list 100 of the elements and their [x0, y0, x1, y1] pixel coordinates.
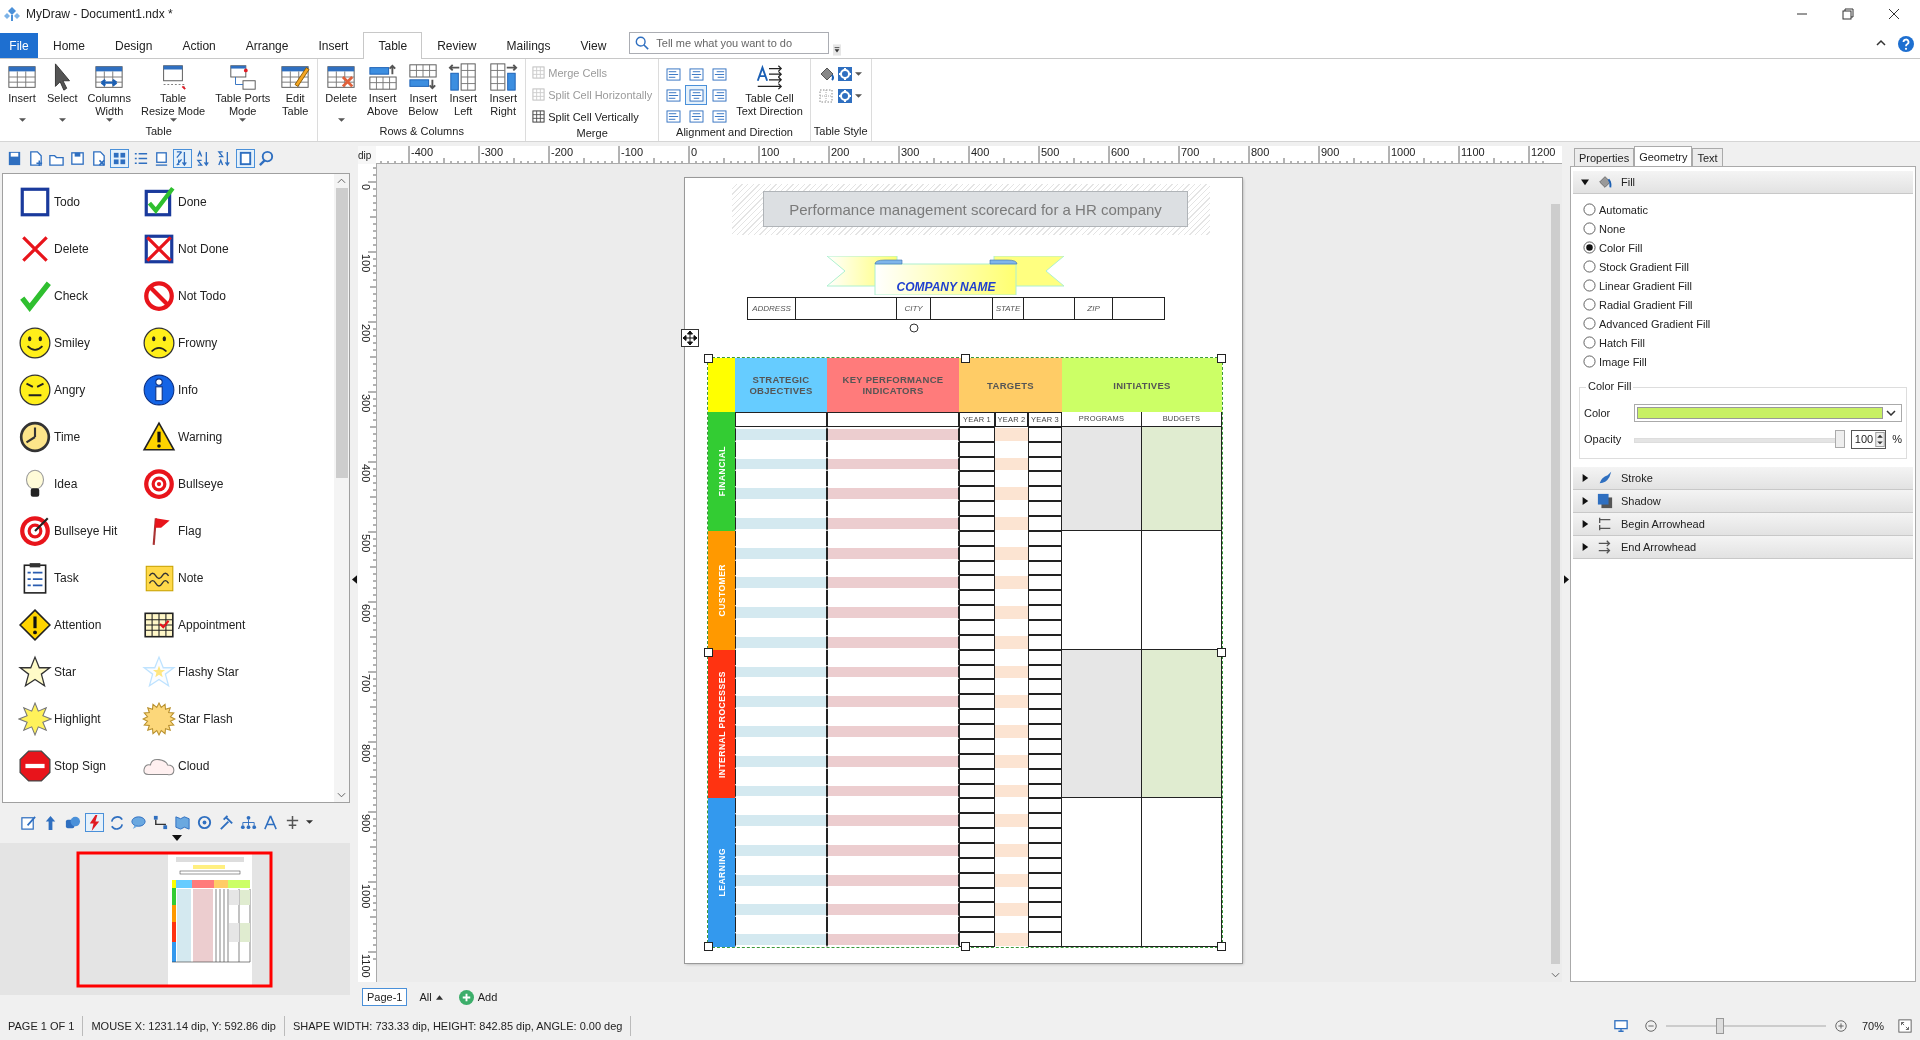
ribbon-tab[interactable]: View [565, 33, 622, 58]
shape-item[interactable]: Highlight [18, 695, 142, 742]
shape-item[interactable]: Task [18, 554, 142, 601]
ruler-label: 1000 [1391, 147, 1416, 158]
shape-item[interactable]: Angry [18, 366, 142, 413]
group-label: Table Style [813, 125, 868, 139]
ruler-label: 400 [360, 464, 371, 483]
search-field[interactable]: Tell me what you want to do [629, 32, 830, 54]
ruler-label: 1100 [1461, 147, 1485, 158]
panel-tab[interactable]: Properties [1574, 148, 1635, 166]
ribbon-button[interactable]: Table Resize Mode [137, 62, 210, 122]
shape-item[interactable]: Warning [142, 413, 334, 460]
group-label: Rows & Columns [378, 125, 465, 139]
radio-option[interactable]: Linear Gradient Fill [1579, 276, 1907, 295]
ribbon-button[interactable]: Insert [3, 62, 41, 122]
group-title: Color Fill [1586, 380, 1634, 392]
ribbon-button[interactable]: Table Ports Mode [211, 62, 275, 122]
ruler-label: 600 [360, 604, 371, 623]
radio-option[interactable]: Automatic [1579, 200, 1907, 219]
shape-item[interactable]: Time [18, 413, 142, 460]
ribbon-button[interactable]: Table Cell Text Direction [732, 62, 807, 122]
ribbon-tab[interactable]: Review [422, 33, 492, 58]
ruler-label: 900 [1321, 147, 1340, 158]
unit-label: % [1892, 433, 1902, 445]
shape-item[interactable]: Bullseye Hit [18, 507, 142, 554]
ribbon-tab[interactable]: Mailings [491, 33, 566, 58]
section-label: FINANCIAL [708, 412, 735, 531]
page-tab[interactable]: Page-1 [362, 988, 408, 1006]
ruler-label: 200 [831, 147, 850, 158]
ribbon-tab[interactable]: Action [167, 33, 231, 58]
ribbon-tab[interactable]: Insert [303, 33, 364, 58]
field-label: Color [1584, 407, 1612, 419]
ruler-label: -100 [621, 147, 644, 158]
add-page-button[interactable]: Add [454, 989, 502, 1005]
shape-item[interactable]: Attention [18, 601, 142, 648]
ribbon-button[interactable]: Delete [321, 62, 361, 122]
shape-item[interactable]: Idea [18, 460, 142, 507]
section-header[interactable]: Stroke [1573, 467, 1913, 490]
shape-item[interactable]: Star Flash [142, 695, 334, 742]
ruler-label: 900 [360, 814, 371, 833]
group-label: Merge [575, 127, 609, 141]
ruler-label: 1100 [360, 954, 371, 978]
shape-item[interactable]: Bullseye [142, 460, 334, 507]
ribbon-button[interactable]: Insert Left [444, 62, 483, 122]
panel-tab[interactable]: Text [1692, 148, 1723, 166]
shape-item[interactable]: Done [142, 178, 334, 225]
shape-item[interactable]: Not Todo [142, 272, 334, 319]
ribbon-button[interactable]: Select [43, 62, 82, 122]
ribbon-button[interactable]: Insert Right [484, 62, 523, 122]
ribbon-button[interactable]: Columns Width [83, 62, 135, 122]
shape-item[interactable]: Delete [18, 225, 142, 272]
section-header[interactable]: Shadow [1573, 490, 1913, 513]
number-field[interactable]: 100 [1850, 429, 1887, 449]
ribbon-tab[interactable]: Table [363, 32, 423, 59]
shape-item[interactable]: Frowny [142, 319, 334, 366]
section-header[interactable]: Begin Arrowhead [1573, 513, 1913, 536]
ribbon-tab[interactable]: Arrange [230, 33, 304, 58]
table-cell: ADDRESS [748, 298, 796, 319]
ribbon-button[interactable]: Insert Below [404, 62, 443, 122]
shape-item[interactable]: Info [142, 366, 334, 413]
ribbon-tab[interactable]: Design [100, 33, 168, 58]
ribbon-button[interactable]: Edit Table [276, 62, 315, 122]
ruler-label: 700 [360, 674, 371, 693]
panel-tab[interactable]: Geometry [1634, 146, 1693, 166]
page-filter-button[interactable]: All [415, 991, 447, 1003]
shape-item[interactable]: Todo [18, 178, 142, 225]
table-cell: STATE [993, 298, 1024, 319]
shape-item[interactable]: Flag [142, 507, 334, 554]
section-label: LEARNING [708, 798, 735, 947]
file-tab[interactable]: File [0, 33, 38, 58]
ruler-label: -300 [481, 147, 504, 158]
ribbon-button[interactable]: Split Cell Vertically [529, 106, 656, 127]
radio-option[interactable]: Advanced Gradient Fill [1579, 314, 1907, 333]
status-text: SHAPE WIDTH: 733.33 dip, HEIGHT: 842.85 dip, ANGLE: 0.00 deg [284, 1016, 632, 1036]
section-header[interactable]: End Arrowhead [1573, 536, 1913, 559]
ruler-label: 400 [971, 147, 990, 158]
shape-item[interactable]: Stop Sign [18, 742, 142, 789]
shape-item[interactable]: Star [18, 648, 142, 695]
radio-option[interactable]: Radial Gradient Fill [1579, 295, 1907, 314]
ribbon-tab[interactable]: Home [38, 33, 100, 58]
radio-option[interactable]: None [1579, 219, 1907, 238]
column-header: TARGETS [959, 358, 1062, 412]
radio-option[interactable]: Color Fill [1579, 238, 1907, 257]
ruler-label: 300 [901, 147, 920, 158]
shape-item[interactable]: Note [142, 554, 334, 601]
shape-item[interactable]: Smiley [18, 319, 142, 366]
section-header[interactable]: Fill [1573, 171, 1913, 194]
radio-option[interactable]: Image Fill [1579, 352, 1907, 371]
shape-item[interactable]: Cloud [142, 742, 334, 789]
shape-item[interactable]: Check [18, 272, 142, 319]
group-label: Table [144, 125, 173, 139]
ruler-label: 800 [1251, 147, 1270, 158]
ruler-label: 0 [360, 184, 371, 191]
radio-option[interactable]: Stock Gradient Fill [1579, 257, 1907, 276]
shape-item[interactable]: Appointment [142, 601, 334, 648]
shape-item[interactable]: Flashy Star [142, 648, 334, 695]
radio-option[interactable]: Hatch Fill [1579, 333, 1907, 352]
shape-item[interactable]: Not Done [142, 225, 334, 272]
ribbon-button[interactable]: Insert Above [363, 62, 403, 122]
ruler-label: 800 [360, 744, 371, 763]
